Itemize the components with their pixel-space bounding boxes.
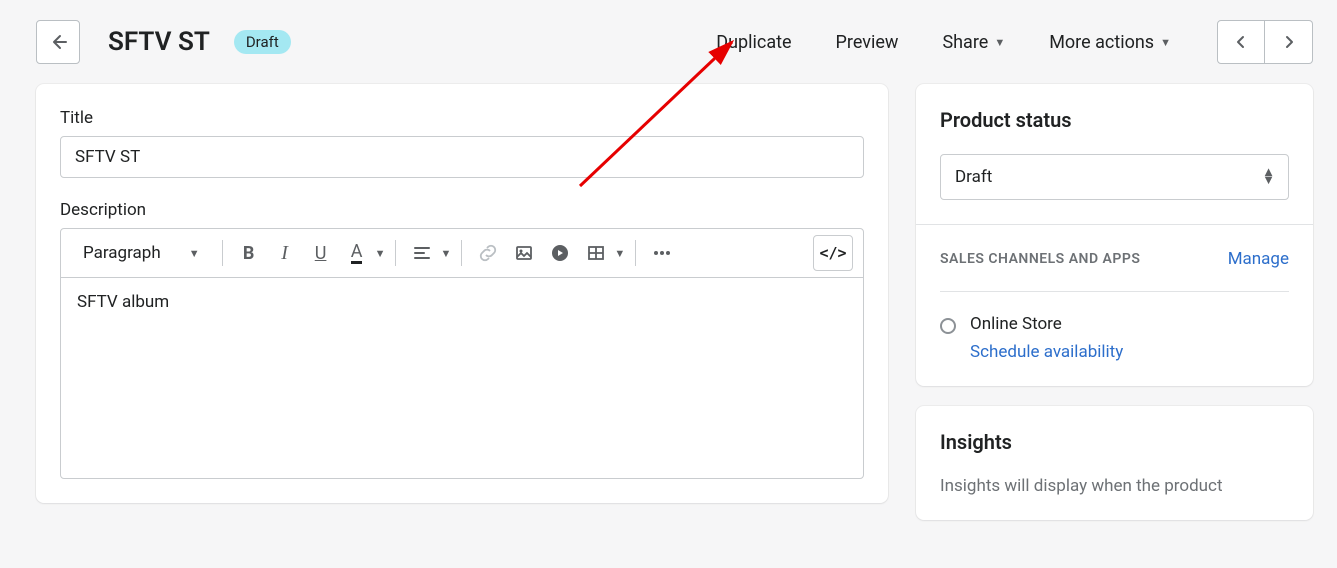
link-button[interactable] (472, 237, 504, 269)
underline-icon: U (315, 243, 327, 264)
underline-button[interactable]: U (305, 237, 337, 269)
table-button[interactable]: ▼ (580, 237, 625, 269)
back-button[interactable] (36, 20, 80, 64)
chevron-down-icon: ▼ (1160, 36, 1171, 49)
chevron-down-icon: ▼ (375, 247, 386, 260)
product-status-card: Product status Draft ▲▼ SALES CHANNELS A… (916, 84, 1313, 386)
align-left-icon (413, 244, 431, 262)
channel-status-icon (940, 318, 956, 334)
duplicate-button[interactable]: Duplicate (702, 24, 805, 61)
bold-icon: B (243, 243, 255, 264)
code-view-button[interactable]: </> (813, 235, 853, 271)
pagination-nav (1217, 20, 1313, 64)
insights-card: Insights Insights will display when the … (916, 406, 1313, 520)
image-icon (515, 244, 533, 262)
title-description-card: Title Description Paragraph ▼ B I U (36, 84, 888, 503)
text-color-button[interactable]: A ▼ (341, 237, 386, 269)
link-icon (479, 244, 497, 262)
chevron-right-icon (1282, 35, 1296, 49)
status-select[interactable]: Draft (940, 154, 1289, 200)
align-button[interactable]: ▼ (406, 237, 451, 269)
prev-button[interactable] (1217, 20, 1265, 64)
schedule-availability-link[interactable]: Schedule availability (970, 342, 1123, 362)
bold-button[interactable]: B (233, 237, 265, 269)
share-label: Share (942, 32, 988, 53)
product-status-heading: Product status (940, 108, 1289, 132)
image-button[interactable] (508, 237, 540, 269)
description-editor[interactable]: SFTV album (61, 278, 863, 478)
editor-toolbar: Paragraph ▼ B I U A ▼ (61, 229, 863, 278)
page-header: SFTV ST Draft Duplicate Preview Share ▼ … (0, 0, 1337, 84)
play-circle-icon (551, 244, 569, 262)
page-title: SFTV ST (108, 27, 210, 57)
status-badge: Draft (234, 30, 291, 54)
insights-heading: Insights (940, 430, 1289, 454)
text-color-icon: A (351, 243, 363, 264)
chevron-down-icon: ▼ (614, 247, 625, 260)
arrow-left-icon (48, 32, 68, 52)
next-button[interactable] (1265, 20, 1313, 64)
more-actions-button[interactable]: More actions ▼ (1035, 24, 1185, 61)
title-label: Title (60, 108, 864, 128)
insights-text: Insights will display when the product (940, 476, 1289, 496)
paragraph-select-label: Paragraph (83, 243, 161, 263)
table-icon (587, 244, 605, 262)
chevron-down-icon: ▼ (440, 247, 451, 260)
paragraph-select[interactable]: Paragraph ▼ (71, 237, 212, 269)
title-input[interactable] (60, 136, 864, 178)
chevron-down-icon: ▼ (994, 36, 1005, 49)
italic-button[interactable]: I (269, 237, 301, 269)
sales-channels-heading: SALES CHANNELS AND APPS (940, 251, 1140, 267)
manage-link[interactable]: Manage (1228, 249, 1289, 269)
preview-button[interactable]: Preview (822, 24, 913, 61)
more-actions-label: More actions (1049, 32, 1154, 53)
share-button[interactable]: Share ▼ (928, 24, 1019, 61)
channel-name: Online Store (970, 314, 1123, 334)
more-formatting-button[interactable] (646, 237, 678, 269)
chevron-down-icon: ▼ (189, 247, 200, 260)
dots-horizontal-icon (653, 250, 671, 256)
chevron-left-icon (1234, 35, 1248, 49)
italic-icon: I (281, 242, 288, 265)
video-button[interactable] (544, 237, 576, 269)
rich-text-editor: Paragraph ▼ B I U A ▼ (60, 228, 864, 479)
description-label: Description (60, 200, 864, 220)
